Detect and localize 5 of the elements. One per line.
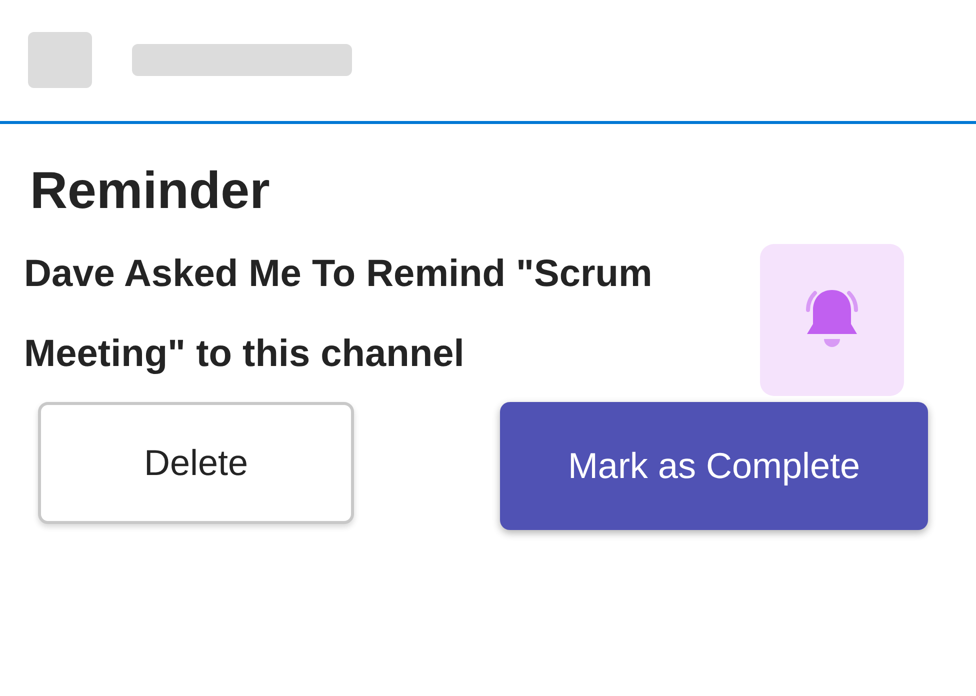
- reminder-title: Reminder: [30, 161, 271, 222]
- reminder-message: Dave Asked Me To Remind "Scrum Meeting" to this channel: [24, 252, 654, 378]
- delete-button[interactable]: Delete: [38, 402, 354, 524]
- complete-button[interactable]: Mark as Complete: [500, 402, 928, 530]
- placeholder-square: [28, 32, 92, 88]
